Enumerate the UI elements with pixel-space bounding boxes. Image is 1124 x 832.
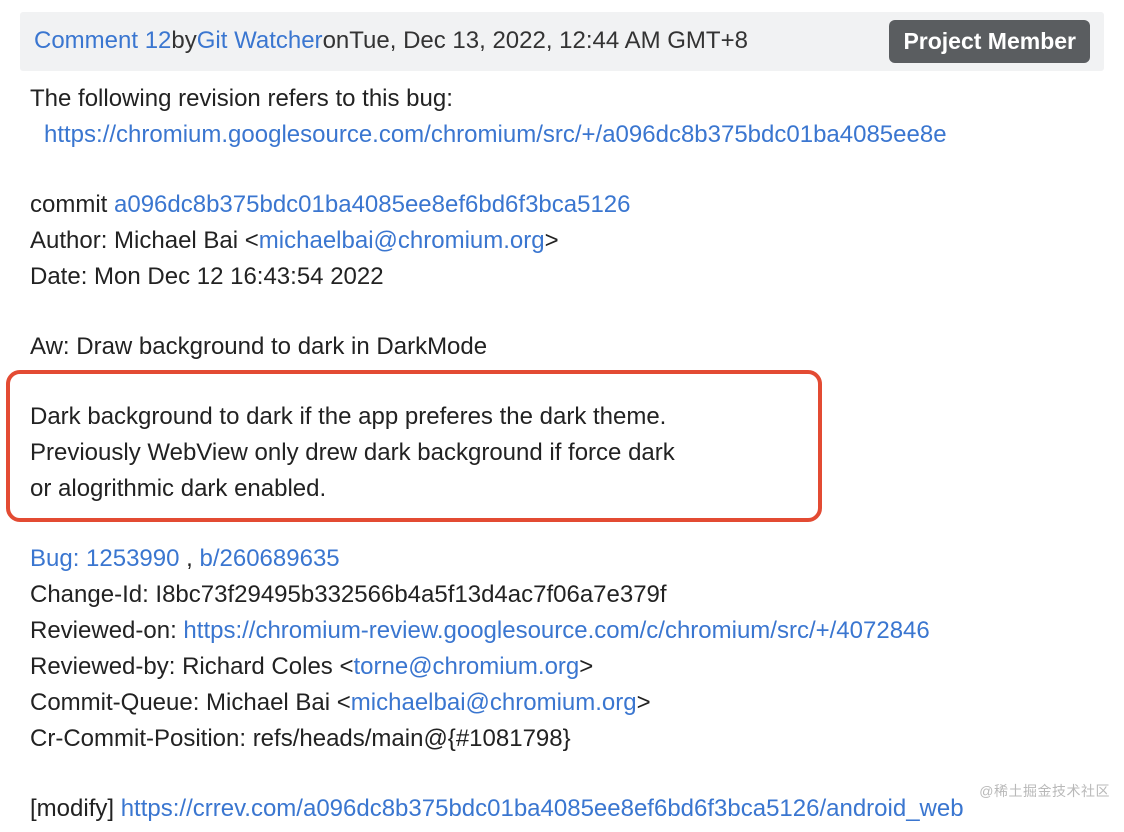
change-id: Change-Id: I8bc73f29495b332566b4a5f13d4a… — [30, 577, 1094, 613]
description-line-2: Previously WebView only drew dark backgr… — [30, 435, 1094, 471]
author-suffix: > — [545, 227, 559, 254]
project-member-badge: Project Member — [889, 20, 1090, 63]
cr-commit-position: Cr-Commit-Position: refs/heads/main@{#10… — [30, 721, 1094, 757]
revision-url-link[interactable]: https://chromium.googlesource.com/chromi… — [44, 121, 947, 148]
reviewed-on-link[interactable]: https://chromium-review.googlesource.com… — [183, 617, 929, 644]
comment-header-left: Comment 12 by Git Watcher on Tue, Dec 13… — [34, 23, 748, 59]
reviewed-by-email-link[interactable]: torne@chromium.org — [353, 653, 579, 680]
commit-subject: Aw: Draw background to dark in DarkMode — [30, 329, 1094, 365]
bug-separator: , — [179, 545, 199, 572]
commit-queue-email-link[interactable]: michaelbai@chromium.org — [351, 689, 637, 716]
comment-body: The following revision refers to this bu… — [0, 71, 1124, 827]
comment-header: Comment 12 by Git Watcher on Tue, Dec 13… — [20, 12, 1104, 71]
comment-timestamp: Tue, Dec 13, 2022, 12:44 AM GMT+8 — [349, 23, 748, 59]
bug-link-2[interactable]: b/260689635 — [200, 545, 340, 572]
description-line-3: or alogrithmic dark enabled. — [30, 471, 1094, 507]
author-email-link[interactable]: michaelbai@chromium.org — [259, 227, 545, 254]
modify-label: [modify] — [30, 795, 121, 822]
reviewed-on-label: Reviewed-on: — [30, 617, 183, 644]
commit-hash-link[interactable]: a096dc8b375bdc01ba4085ee8ef6bd6f3bca5126 — [114, 191, 631, 218]
on-label: on — [323, 23, 350, 59]
reviewed-by-prefix: Reviewed-by: Richard Coles < — [30, 653, 353, 680]
reviewed-by-suffix: > — [579, 653, 593, 680]
intro-text: The following revision refers to this bu… — [30, 81, 1094, 117]
bug-link-1[interactable]: Bug: 1253990 — [30, 545, 179, 572]
by-label: by — [171, 23, 196, 59]
comment-number-link[interactable]: Comment 12 — [34, 23, 171, 59]
commit-queue-suffix: > — [637, 689, 651, 716]
commit-label: commit — [30, 191, 114, 218]
author-prefix: Author: Michael Bai < — [30, 227, 259, 254]
description-line-1: Dark background to dark if the app prefe… — [30, 399, 1094, 435]
commit-queue-prefix: Commit-Queue: Michael Bai < — [30, 689, 351, 716]
modify-url-link[interactable]: https://crrev.com/a096dc8b375bdc01ba4085… — [121, 795, 964, 822]
comment-author-link[interactable]: Git Watcher — [197, 23, 323, 59]
commit-date: Date: Mon Dec 12 16:43:54 2022 — [30, 259, 1094, 295]
